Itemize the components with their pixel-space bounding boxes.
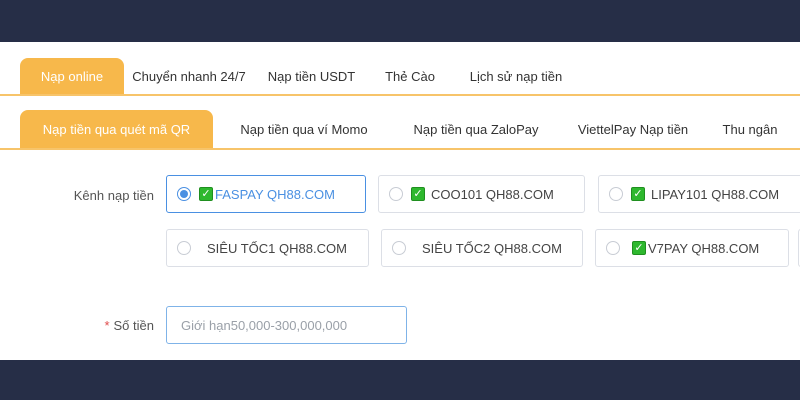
amount-input[interactable] (166, 306, 407, 344)
green-checkmark-icon: ✓ (632, 241, 646, 255)
required-mark: * (104, 318, 110, 333)
tab-nap-usdt[interactable]: Nạp tiền USDT (254, 58, 369, 94)
green-checkmark-icon: ✓ (199, 187, 213, 201)
channel-option-coo101[interactable]: ✓ COO101 QH88.COM (378, 175, 585, 213)
channel-name: V7PAY QH88.COM (648, 240, 760, 256)
radio-icon (177, 241, 191, 255)
top-tabs: Nạp online Chuyển nhanh 24/7 Nạp tiền US… (0, 58, 800, 96)
tab-lich-su[interactable]: Lịch sử nạp tiền (451, 58, 581, 94)
channel-name: LIPAY101 QH88.COM (651, 186, 780, 202)
radio-icon (609, 187, 623, 201)
amount-label: * Số tiền (60, 318, 154, 333)
tab-momo[interactable]: Nạp tiền qua ví Momo (213, 110, 395, 148)
tab-nap-online[interactable]: Nạp online (20, 58, 124, 94)
sub-tabs: Nạp tiền qua quét mã QR Nạp tiền qua ví … (0, 110, 800, 150)
radio-icon (389, 187, 403, 201)
deposit-panel: Nạp online Chuyển nhanh 24/7 Nạp tiền US… (0, 42, 800, 360)
channel-name: SIÊU TỐC1 QH88.COM (207, 240, 347, 256)
channel-option-sieutoc2[interactable]: SIÊU TỐC2 QH88.COM (381, 229, 583, 267)
tab-zalopay[interactable]: Nạp tiền qua ZaloPay (395, 110, 557, 148)
radio-icon (606, 241, 620, 255)
tab-viettelpay[interactable]: ViettelPay Nạp tiền (557, 110, 709, 148)
green-checkmark-icon: ✓ (631, 187, 645, 201)
radio-icon (177, 187, 191, 201)
channel-option-v7pay[interactable]: ✓ V7PAY QH88.COM (595, 229, 789, 267)
channel-name: COO101 QH88.COM (431, 186, 554, 202)
radio-icon (392, 241, 406, 255)
channel-option-sieutoc1[interactable]: SIÊU TỐC1 QH88.COM (166, 229, 369, 267)
channel-name: SIÊU TỐC2 QH88.COM (422, 240, 562, 256)
green-checkmark-icon: ✓ (411, 187, 425, 201)
amount-label-text: Số tiền (113, 318, 154, 333)
channel-label: Kênh nạp tiền (73, 188, 154, 203)
channel-option-faspay[interactable]: ✓ FASPAY QH88.COM (166, 175, 366, 213)
tab-the-cao[interactable]: Thẻ Cào (369, 58, 451, 94)
channel-name: FASPAY QH88.COM (215, 186, 335, 202)
tab-chuyen-nhanh[interactable]: Chuyển nhanh 24/7 (124, 58, 254, 94)
channel-option-lipay101[interactable]: ✓ LIPAY101 QH88.COM (598, 175, 800, 213)
tab-thu-ngan[interactable]: Thu ngân (709, 110, 791, 148)
tab-qr[interactable]: Nạp tiền qua quét mã QR (20, 110, 213, 148)
